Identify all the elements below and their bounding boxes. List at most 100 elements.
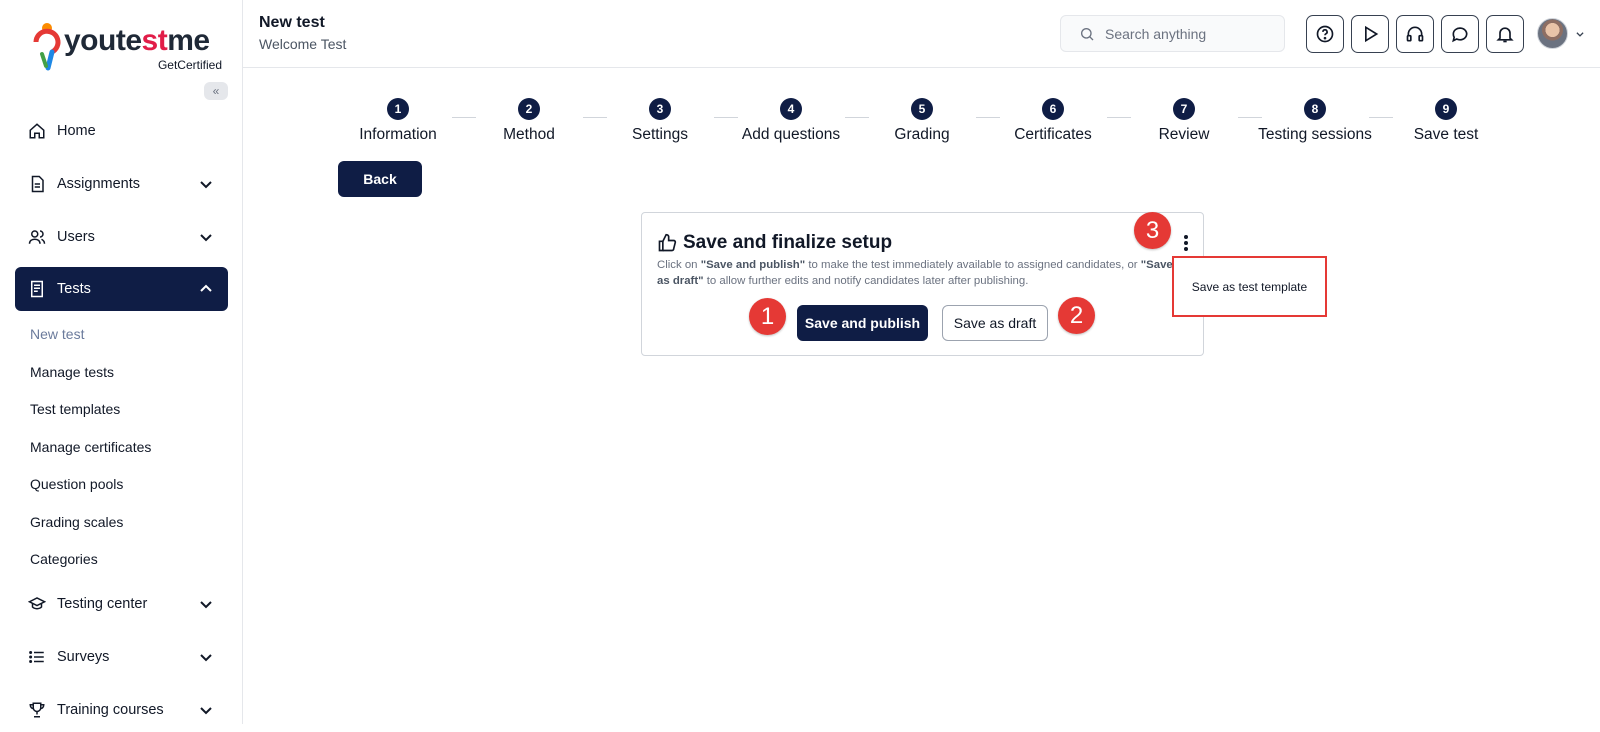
chat-button[interactable] bbox=[1441, 15, 1479, 53]
chevron-up-icon bbox=[200, 284, 212, 292]
step-label: Method bbox=[503, 126, 555, 143]
play-button[interactable] bbox=[1351, 15, 1389, 53]
back-button[interactable]: Back bbox=[338, 161, 422, 197]
sidebar-subitem-question-pools[interactable]: Question pools bbox=[30, 476, 123, 492]
page-subtitle: Welcome Test bbox=[259, 36, 347, 52]
sidebar-item-surveys[interactable]: Surveys bbox=[15, 635, 228, 679]
sidebar-subitem-new-test[interactable]: New test bbox=[30, 326, 84, 342]
step-number: 4 bbox=[780, 98, 802, 120]
trophy-icon bbox=[27, 700, 47, 720]
avatar[interactable] bbox=[1537, 18, 1568, 49]
step-number: 1 bbox=[387, 98, 409, 120]
step-grading[interactable]: 5 Grading bbox=[862, 98, 982, 144]
annotation-badge-3: 3 bbox=[1134, 212, 1171, 249]
search-placeholder: Search anything bbox=[1105, 25, 1207, 42]
sidebar-item-testing-center[interactable]: Testing center bbox=[15, 582, 228, 626]
step-number: 3 bbox=[649, 98, 671, 120]
step-add-questions[interactable]: 4 Add questions bbox=[731, 98, 851, 144]
step-number: 7 bbox=[1173, 98, 1195, 120]
logo-tagline: GetCertified bbox=[157, 58, 222, 72]
sidebar-subitem-categories[interactable]: Categories bbox=[30, 551, 98, 567]
help-button[interactable] bbox=[1306, 15, 1344, 53]
more-options-button[interactable] bbox=[1180, 233, 1192, 255]
search-input[interactable]: Search anything bbox=[1060, 15, 1285, 52]
sidebar-item-label: Training courses bbox=[57, 702, 164, 718]
chevron-down-icon[interactable] bbox=[1575, 29, 1585, 39]
list-icon bbox=[27, 647, 47, 667]
card-description: Click on "Save and publish" to make the … bbox=[657, 259, 1173, 287]
options-menu: Save as test template bbox=[1172, 256, 1327, 317]
chat-icon bbox=[1452, 27, 1468, 43]
users-icon bbox=[27, 227, 47, 247]
step-label: Certificates bbox=[1014, 126, 1092, 143]
save-and-publish-button[interactable]: Save and publish bbox=[797, 305, 928, 341]
thumbs-up-icon bbox=[658, 233, 677, 252]
step-number: 9 bbox=[1435, 98, 1457, 120]
kebab-menu-icon bbox=[1180, 235, 1192, 251]
save-as-draft-button[interactable]: Save as draft bbox=[942, 305, 1048, 341]
step-number: 8 bbox=[1304, 98, 1326, 120]
step-label: Save test bbox=[1413, 126, 1479, 143]
sidebar-item-label: Users bbox=[57, 229, 95, 245]
chevron-down-icon bbox=[200, 707, 212, 715]
page-title: New test bbox=[259, 14, 325, 31]
sidebar-item-users[interactable]: Users bbox=[15, 215, 228, 259]
chevron-down-icon bbox=[200, 234, 212, 242]
step-testing-sessions[interactable]: 8 Testing sessions bbox=[1255, 98, 1375, 144]
help-icon bbox=[1316, 25, 1334, 43]
step-label: Information bbox=[359, 126, 437, 143]
top-bar: New test Welcome Test Search anything bbox=[243, 0, 1600, 68]
step-method[interactable]: 2 Method bbox=[469, 98, 589, 144]
annotation-badge-2: 2 bbox=[1058, 297, 1095, 334]
chevron-down-icon bbox=[200, 654, 212, 662]
bell-icon bbox=[1496, 27, 1514, 43]
step-review[interactable]: 7 Review bbox=[1124, 98, 1244, 144]
home-icon bbox=[27, 121, 47, 141]
sidebar-item-tests[interactable]: Tests bbox=[15, 267, 228, 311]
sidebar-item-label: Testing center bbox=[57, 596, 148, 612]
save-finalize-card: Save and finalize setup Click on "Save a… bbox=[641, 212, 1204, 356]
sidebar-item-home[interactable]: Home bbox=[15, 109, 228, 153]
graduation-cap-icon bbox=[27, 594, 47, 614]
sidebar-item-label: Surveys bbox=[57, 649, 110, 665]
chevron-down-icon bbox=[200, 181, 212, 189]
logo-mark-icon bbox=[33, 23, 61, 71]
sidebar-subitem-manage-tests[interactable]: Manage tests bbox=[30, 364, 114, 380]
step-settings[interactable]: 3 Settings bbox=[600, 98, 720, 144]
sidebar-item-label: Assignments bbox=[57, 176, 141, 192]
search-icon bbox=[1081, 27, 1094, 40]
document-icon bbox=[27, 174, 47, 194]
step-number: 2 bbox=[518, 98, 540, 120]
step-number: 6 bbox=[1042, 98, 1064, 120]
sidebar-subitem-grading-scales[interactable]: Grading scales bbox=[30, 514, 123, 530]
chevron-down-icon bbox=[200, 601, 212, 609]
step-label: Settings bbox=[631, 126, 688, 143]
save-as-test-template-menu-item[interactable]: Save as test template bbox=[1192, 280, 1307, 294]
card-title: Save and finalize setup bbox=[683, 232, 893, 253]
collapse-sidebar-button[interactable]: « bbox=[204, 82, 228, 100]
sidebar: youtestme GetCertified « Home Assignment… bbox=[0, 0, 243, 724]
headset-icon bbox=[1406, 26, 1424, 42]
annotation-badge-1: 1 bbox=[749, 298, 786, 335]
sidebar-item-label: Home bbox=[57, 123, 96, 139]
support-button[interactable] bbox=[1396, 15, 1434, 53]
step-label: Add questions bbox=[741, 126, 841, 143]
step-save-test[interactable]: 9 Save test bbox=[1386, 98, 1506, 144]
notifications-button[interactable] bbox=[1486, 15, 1524, 53]
step-label: Grading bbox=[894, 126, 950, 143]
double-chevron-left-icon: « bbox=[212, 84, 220, 98]
test-icon bbox=[27, 279, 47, 299]
logo[interactable]: youtestme GetCertified bbox=[32, 22, 222, 72]
sidebar-subitem-manage-certificates[interactable]: Manage certificates bbox=[30, 439, 151, 455]
step-certificates[interactable]: 6 Certificates bbox=[993, 98, 1113, 144]
sidebar-item-training-courses[interactable]: Training courses bbox=[15, 688, 228, 732]
sidebar-item-assignments[interactable]: Assignments bbox=[15, 162, 228, 206]
step-information[interactable]: 1 Information bbox=[338, 98, 458, 144]
play-icon bbox=[1365, 25, 1379, 43]
sidebar-item-label: Tests bbox=[57, 281, 91, 297]
sidebar-subitem-test-templates[interactable]: Test templates bbox=[30, 401, 120, 417]
step-number: 5 bbox=[911, 98, 933, 120]
step-label: Testing sessions bbox=[1258, 126, 1372, 143]
logo-wordmark: youtestme bbox=[64, 24, 210, 57]
step-label: Review bbox=[1158, 126, 1210, 143]
